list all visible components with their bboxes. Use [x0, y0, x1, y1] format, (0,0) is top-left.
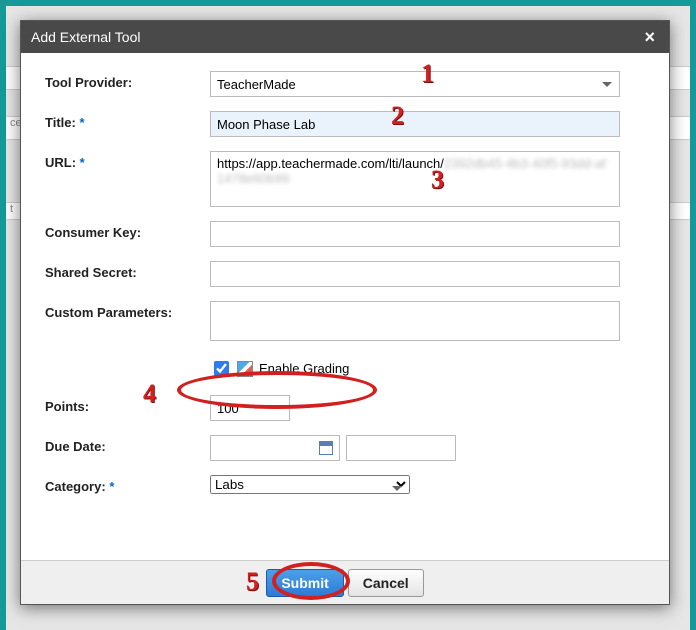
tool-provider-label: Tool Provider: [45, 71, 210, 90]
close-icon[interactable]: × [640, 27, 659, 48]
consumer-key-label: Consumer Key: [45, 221, 210, 240]
points-input[interactable] [210, 395, 290, 421]
required-marker: * [79, 115, 84, 130]
url-input[interactable]: https://app.teachermade.com/lti/launch/2… [210, 151, 620, 207]
due-time-input[interactable] [346, 435, 456, 461]
dialog-title: Add External Tool [31, 29, 140, 45]
due-date-input[interactable] [210, 435, 340, 461]
submit-button[interactable]: Submit [266, 569, 343, 597]
dialog-footer: 5 Submit Cancel [21, 560, 669, 604]
category-label: Category: [45, 479, 106, 494]
annotation-5: 5 [246, 567, 259, 597]
url-label: URL: [45, 155, 76, 170]
cutoff-label: — [45, 508, 210, 518]
required-marker: * [109, 479, 114, 494]
dialog-body: 1 2 3 4 Tool Provider: TeacherMade Title… [21, 53, 669, 560]
shared-secret-label: Shared Secret: [45, 261, 210, 280]
enable-grading-checkbox[interactable] [214, 361, 229, 376]
grading-icon [237, 361, 253, 377]
required-marker: * [80, 155, 85, 170]
tool-provider-select[interactable]: TeacherMade [210, 71, 620, 97]
title-input[interactable] [210, 111, 620, 137]
points-label: Points: [45, 395, 210, 414]
calendar-icon [319, 441, 333, 455]
title-label: Title: [45, 115, 76, 130]
custom-parameters-label: Custom Parameters: [45, 301, 210, 320]
shared-secret-input[interactable] [210, 261, 620, 287]
enable-grading-label: Enable Grading [259, 361, 349, 376]
consumer-key-input[interactable] [210, 221, 620, 247]
add-external-tool-dialog: Add External Tool × 1 2 3 4 Tool Provide… [20, 20, 670, 605]
custom-parameters-input[interactable] [210, 301, 620, 341]
category-select[interactable]: Labs [210, 475, 410, 494]
due-date-label: Due Date: [45, 435, 210, 454]
dialog-titlebar: Add External Tool × [21, 21, 669, 53]
cancel-button[interactable]: Cancel [348, 569, 424, 597]
